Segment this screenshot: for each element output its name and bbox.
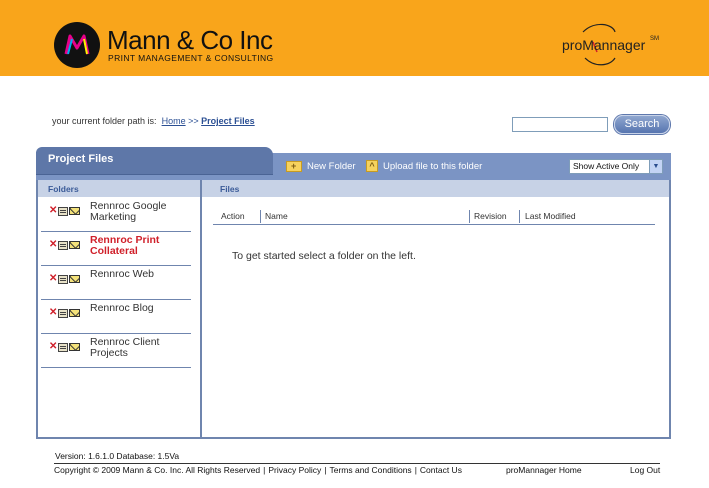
folder-actions: ✕ — [49, 274, 81, 284]
properties-icon[interactable] — [58, 308, 69, 318]
new-folder-label: New Folder — [307, 160, 356, 172]
upload-file-button[interactable]: ^ Upload file to this folder — [366, 159, 482, 173]
folder-actions: ✕ — [49, 206, 81, 216]
breadcrumb-separator: >> — [188, 116, 199, 126]
column-divider — [469, 210, 470, 223]
promannager-home-link[interactable]: proMannager Home — [506, 465, 582, 475]
breadcrumb: your current folder path is: Home >> Pro… — [52, 116, 255, 126]
folder-item[interactable]: ✕ Rennroc Blog — [41, 300, 191, 334]
footer-links: Copyright © 2009 Mann & Co. Inc. All Rig… — [54, 465, 462, 475]
service-mark: SM — [650, 36, 659, 42]
column-divider — [200, 180, 202, 439]
properties-icon[interactable] — [58, 206, 69, 216]
mail-icon[interactable] — [69, 207, 81, 215]
new-folder-button[interactable]: + New Folder — [286, 159, 356, 173]
contact-us-link[interactable]: Contact Us — [420, 465, 462, 475]
folder-label-active[interactable]: Rennroc Print Collateral — [90, 235, 190, 257]
folders-header: Folders — [48, 184, 79, 194]
column-header-revision[interactable]: Revision — [474, 211, 507, 221]
delete-icon[interactable]: ✕ — [49, 342, 57, 352]
company-tagline: PRINT MANAGEMENT & CONSULTING — [108, 53, 274, 63]
properties-icon[interactable] — [58, 274, 69, 284]
promannager-logo: proMannager SM — [555, 22, 665, 68]
upload-icon: ^ — [366, 160, 378, 172]
version-info: Version: 1.6.1.0 Database: 1.5Va — [55, 451, 180, 461]
mail-icon[interactable] — [69, 343, 81, 351]
folder-item[interactable]: ✕ Rennroc Google Marketing — [41, 198, 191, 232]
breadcrumb-prefix: your current folder path is: — [52, 116, 157, 126]
delete-icon[interactable]: ✕ — [49, 240, 57, 250]
folder-actions: ✕ — [49, 308, 81, 318]
properties-icon[interactable] — [58, 342, 69, 352]
folder-actions: ✕ — [49, 342, 81, 352]
column-divider — [260, 210, 261, 223]
copyright-text: Copyright © 2009 Mann & Co. Inc. All Rig… — [54, 465, 261, 475]
footer-divider — [54, 463, 660, 464]
folder-label[interactable]: Rennroc Web — [90, 269, 190, 280]
chevron-down-icon[interactable]: ▼ — [649, 160, 662, 173]
terms-link[interactable]: Terms and Conditions — [329, 465, 411, 475]
folder-label[interactable]: Rennroc Client Projects — [90, 337, 190, 359]
column-header-name[interactable]: Name — [265, 211, 288, 221]
column-header-last-modified[interactable]: Last Modified — [525, 211, 576, 221]
folder-label[interactable]: Rennroc Blog — [90, 303, 190, 314]
files-table-header: Action Name Revision Last Modified — [213, 209, 655, 225]
folder-item[interactable]: ✕ Rennroc Client Projects — [41, 334, 191, 368]
breadcrumb-current-link[interactable]: Project Files — [201, 116, 255, 126]
delete-icon[interactable]: ✕ — [49, 308, 57, 318]
company-name: Mann & Co Inc — [107, 25, 273, 55]
new-folder-icon: + — [286, 160, 302, 172]
folder-actions: ✕ — [49, 240, 81, 250]
column-divider — [519, 210, 520, 223]
company-logo-icon — [54, 22, 100, 68]
status-filter-value: Show Active Only — [573, 161, 640, 171]
folder-item[interactable]: ✕ Rennroc Web — [41, 266, 191, 300]
properties-icon[interactable] — [58, 240, 69, 250]
folder-item[interactable]: ✕ Rennroc Print Collateral — [41, 232, 191, 266]
mail-icon[interactable] — [69, 241, 81, 249]
delete-icon[interactable]: ✕ — [49, 206, 57, 216]
files-empty-message: To get started select a folder on the le… — [232, 250, 416, 262]
panel-title: Project Files — [48, 153, 114, 165]
search-input[interactable] — [512, 117, 608, 132]
panel-subheader — [38, 180, 669, 197]
mail-icon[interactable] — [69, 309, 81, 317]
breadcrumb-home-link[interactable]: Home — [162, 116, 186, 126]
privacy-policy-link[interactable]: Privacy Policy — [268, 465, 321, 475]
files-header: Files — [220, 184, 240, 194]
promannager-logo-text: proMannager — [562, 37, 646, 53]
column-header-action[interactable]: Action — [221, 211, 245, 221]
delete-icon[interactable]: ✕ — [49, 274, 57, 284]
mail-icon[interactable] — [69, 275, 81, 283]
status-filter-select[interactable]: Show Active Only ▼ — [569, 159, 663, 174]
log-out-link[interactable]: Log Out — [630, 465, 660, 475]
folder-label[interactable]: Rennroc Google Marketing — [90, 201, 190, 223]
search-button[interactable]: Search — [614, 115, 670, 134]
upload-file-label: Upload file to this folder — [383, 160, 483, 172]
